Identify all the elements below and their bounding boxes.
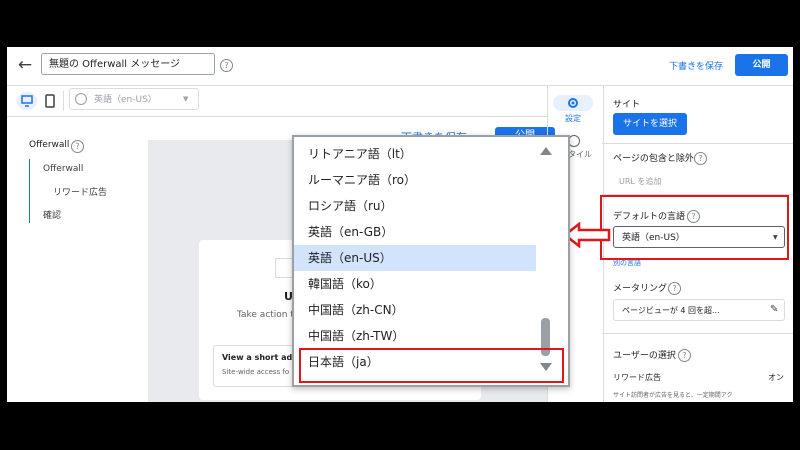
nav-item-offerwall[interactable]: Offerwall bbox=[43, 164, 83, 174]
rewarded-ad-label: リワード広告 bbox=[613, 373, 661, 382]
divider bbox=[602, 143, 793, 144]
dropdown-option[interactable]: 韓国語（ko） bbox=[294, 271, 536, 297]
metering-field[interactable]: ページビューが 4 回を超... bbox=[613, 299, 785, 321]
dropdown-option[interactable]: 中国語（zh-TW） bbox=[294, 323, 536, 349]
japanese-option-highlight bbox=[299, 348, 564, 383]
scroll-up-icon[interactable] bbox=[540, 147, 552, 155]
edit-pencil-icon[interactable]: ✎ bbox=[770, 304, 778, 315]
help-icon[interactable]: ? bbox=[71, 140, 84, 153]
preview-language-select[interactable]: 英語（en-US） bbox=[69, 88, 199, 110]
gear-icon bbox=[568, 98, 578, 108]
settings-tab-label: 設定 bbox=[565, 114, 581, 123]
help-icon[interactable]: ? bbox=[678, 349, 691, 362]
help-icon[interactable]: ? bbox=[668, 282, 681, 295]
app-screen: ← 無題の Offerwall メッセージ ? 下書きを保存 公開 英語（en-… bbox=[7, 47, 793, 402]
help-icon[interactable]: ? bbox=[220, 59, 233, 72]
rewarded-ad-state[interactable]: オン bbox=[768, 372, 784, 383]
rewarded-ad-description: サイト訪問者が広告を見ると、一定期間アク bbox=[613, 392, 733, 399]
nav-item-rewarded-ad[interactable]: リワード広告 bbox=[53, 185, 107, 198]
dropdown-option[interactable]: リトアニア語（lt） bbox=[294, 141, 536, 167]
short-ad-option bbox=[213, 345, 295, 387]
nav-indicator bbox=[29, 159, 30, 223]
default-language-highlight bbox=[600, 195, 789, 260]
site-heading: サイト bbox=[613, 100, 641, 110]
dropdown-option[interactable]: ロシア語（ru） bbox=[294, 193, 536, 219]
mobile-view-button[interactable] bbox=[43, 92, 57, 110]
short-ad-title: View a short ad bbox=[222, 353, 293, 362]
globe-icon bbox=[75, 93, 87, 105]
divider bbox=[602, 333, 793, 334]
message-title-input[interactable]: 無題の Offerwall メッセージ bbox=[41, 53, 215, 75]
add-url-link[interactable]: URL を追加 bbox=[619, 176, 661, 187]
dropdown-option[interactable]: ルーマニア語（ro） bbox=[294, 167, 536, 193]
dropdown-option-selected[interactable]: 英語（en-US） bbox=[294, 245, 536, 271]
back-arrow-icon[interactable]: ← bbox=[15, 55, 35, 75]
short-ad-desc: Site-wide access fo bbox=[222, 368, 290, 376]
save-draft-button[interactable]: 下書きを保存 bbox=[669, 59, 723, 72]
publish-button[interactable]: 公開 bbox=[735, 54, 788, 76]
dropdown-option[interactable]: 中国語（zh-CN） bbox=[294, 297, 536, 323]
card-subtitle: Take action to bbox=[237, 310, 300, 320]
toolbar-divider bbox=[63, 91, 64, 111]
mobile-icon bbox=[45, 94, 55, 108]
desktop-view-button[interactable] bbox=[17, 92, 37, 110]
nav-item-review[interactable]: 確認 bbox=[43, 208, 61, 221]
pointer-arrow-icon bbox=[563, 222, 611, 248]
metering-heading: メータリング bbox=[613, 284, 668, 294]
chevron-down-icon: ▼ bbox=[183, 95, 189, 103]
nav-title: Offerwall bbox=[29, 140, 70, 150]
user-choice-heading: ユーザーの選択 bbox=[613, 351, 676, 361]
desktop-icon bbox=[21, 95, 33, 107]
dropdown-option[interactable]: 英語（en-GB） bbox=[294, 219, 536, 245]
help-icon[interactable]: ? bbox=[694, 152, 707, 165]
select-site-button[interactable]: サイトを選択 bbox=[613, 113, 687, 135]
inclusion-heading: ページの包含と除外 bbox=[613, 154, 694, 164]
settings-tab[interactable] bbox=[553, 95, 593, 111]
